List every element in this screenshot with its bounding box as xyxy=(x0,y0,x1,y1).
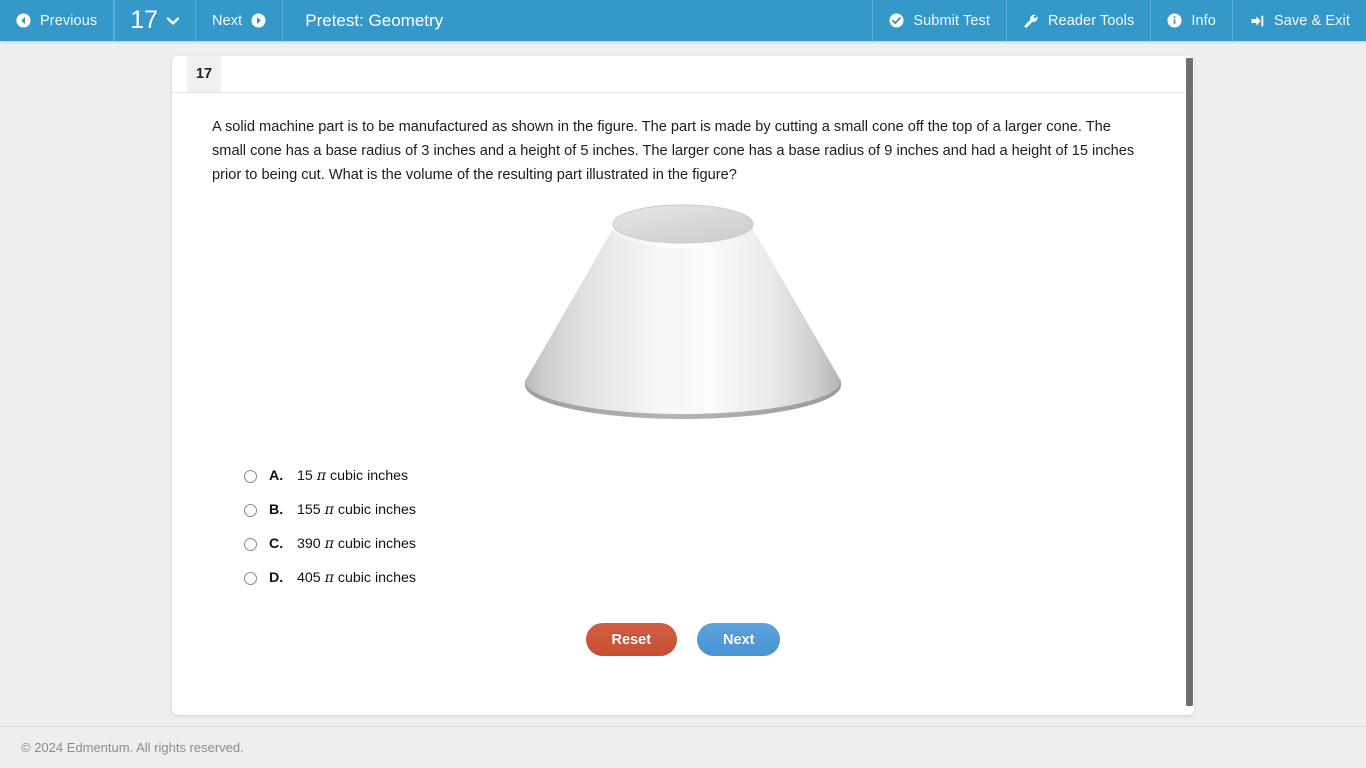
pi-symbol-c: π xyxy=(324,536,334,552)
info-button[interactable]: Info xyxy=(1151,0,1233,41)
question-card: 17 A solid machine part is to be manufac… xyxy=(172,56,1194,715)
cone-frustum-graphic xyxy=(525,204,841,419)
action-buttons: Reset Next xyxy=(212,623,1154,656)
page-footer: © 2024 Edmentum. All rights reserved. xyxy=(0,726,1366,768)
option-text-b: 155 π cubic inches xyxy=(297,502,416,518)
arrow-left-circle-icon xyxy=(16,13,31,28)
top-navigation-bar: Previous 17 Next Pretest: Geometry Submi… xyxy=(0,0,1366,41)
option-unit-c: cubic inches xyxy=(337,536,416,552)
next-label-top: Next xyxy=(212,12,243,29)
option-letter-d: D. xyxy=(269,570,284,586)
pi-symbol-a: π xyxy=(316,468,327,484)
question-number-badge: 17 xyxy=(187,56,221,92)
question-number-value: 17 xyxy=(130,6,159,34)
option-row-a[interactable]: A. 15 π cubic inches xyxy=(244,459,1154,493)
option-unit-b: cubic inches xyxy=(337,502,416,518)
submit-test-button[interactable]: Submit Test xyxy=(872,0,1007,41)
sign-out-icon xyxy=(1249,13,1265,29)
reader-tools-button[interactable]: Reader Tools xyxy=(1007,0,1152,41)
question-header: 17 xyxy=(172,56,1194,93)
option-letter-b: B. xyxy=(269,502,284,518)
reset-button[interactable]: Reset xyxy=(585,623,678,656)
frustum-figure xyxy=(212,193,1154,445)
content-scrollbar-track[interactable] xyxy=(1185,56,1194,715)
option-unit-a: cubic inches xyxy=(330,468,409,484)
option-text-d: 405 π cubic inches xyxy=(297,570,416,586)
radio-option-b[interactable] xyxy=(244,503,257,517)
question-text: A solid machine part is to be manufactur… xyxy=(212,119,1135,183)
option-letter-a: A. xyxy=(269,468,284,484)
wrench-icon xyxy=(1023,13,1039,29)
option-text-c: 390 π cubic inches xyxy=(297,536,416,552)
question-number-dropdown[interactable]: 17 xyxy=(114,0,197,41)
radio-option-c[interactable] xyxy=(244,537,257,551)
option-row-b[interactable]: B. 155 π cubic inches xyxy=(244,493,1154,527)
header-spacer xyxy=(465,0,872,41)
check-circle-icon xyxy=(889,13,904,28)
question-body: A solid machine part is to be manufactur… xyxy=(172,93,1194,656)
answer-options-list: A. 15 π cubic inches B. 155 π cubic inch… xyxy=(212,459,1154,595)
radio-option-a[interactable] xyxy=(244,469,257,483)
radio-option-d[interactable] xyxy=(244,571,257,585)
option-value-c: 390 xyxy=(297,536,321,552)
option-unit-d: cubic inches xyxy=(337,570,416,586)
option-letter-c: C. xyxy=(269,536,284,552)
info-circle-icon xyxy=(1167,13,1182,28)
option-value-b: 155 xyxy=(297,502,321,518)
chevron-down-icon xyxy=(166,16,180,26)
previous-label: Previous xyxy=(40,12,98,29)
arrow-right-circle-icon xyxy=(251,13,266,28)
submit-test-label: Submit Test xyxy=(913,12,990,29)
pi-symbol-d: π xyxy=(324,570,334,586)
option-text-a: 15 π cubic inches xyxy=(297,468,408,484)
reader-tools-label: Reader Tools xyxy=(1047,12,1135,29)
copyright-text: © 2024 Edmentum. All rights reserved. xyxy=(21,740,244,755)
next-button-bottom[interactable]: Next xyxy=(697,623,781,656)
option-value-d: 405 xyxy=(297,570,321,586)
next-button-top[interactable]: Next xyxy=(196,0,284,41)
option-row-c[interactable]: C. 390 π cubic inches xyxy=(244,527,1154,561)
option-row-d[interactable]: D. 405 π cubic inches xyxy=(244,561,1154,595)
content-scrollbar-thumb[interactable] xyxy=(1186,58,1193,706)
info-label: Info xyxy=(1191,12,1216,29)
option-value-a: 15 xyxy=(297,468,313,484)
page-title: Pretest: Geometry xyxy=(305,10,444,30)
previous-button[interactable]: Previous xyxy=(0,0,115,41)
save-exit-label: Save & Exit xyxy=(1273,12,1350,29)
save-exit-button[interactable]: Save & Exit xyxy=(1233,0,1366,41)
pi-symbol-b: π xyxy=(324,502,334,518)
